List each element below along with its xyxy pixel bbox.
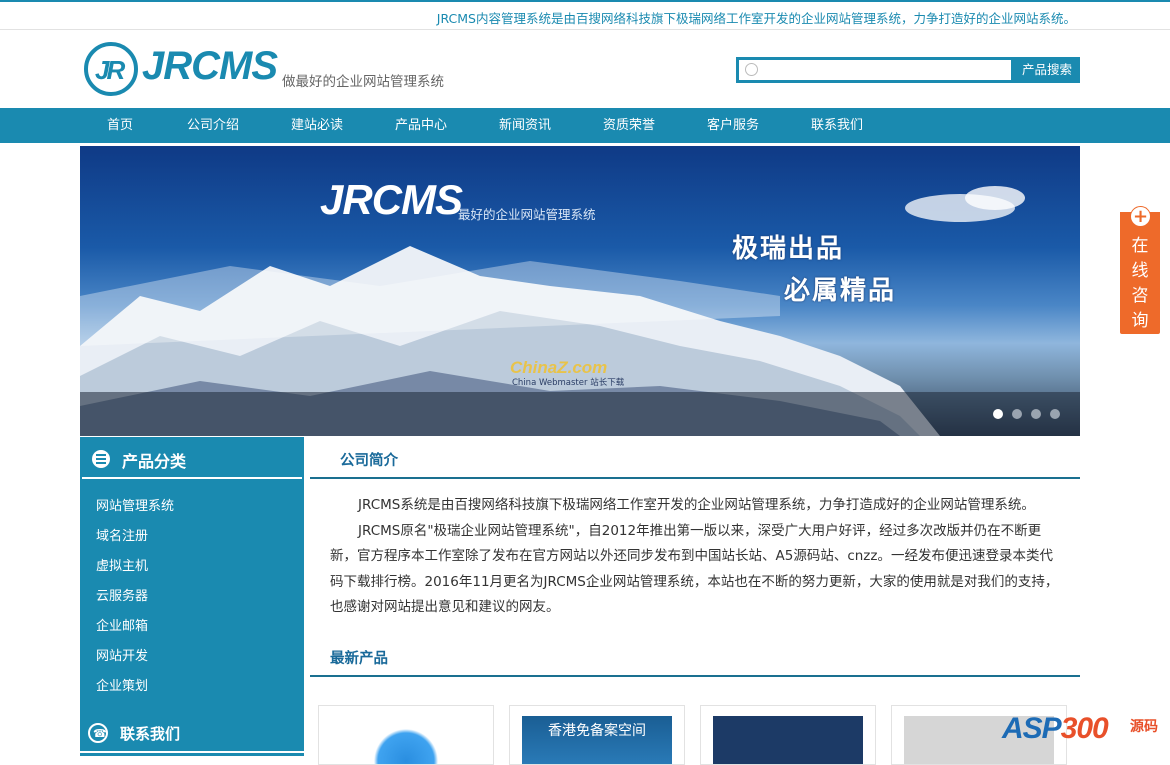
site-slogan: 做最好的企业网站管理系统 bbox=[282, 74, 444, 90]
watermark-suffix: 源码 bbox=[1130, 719, 1158, 735]
banner-logo: JRCMS bbox=[320, 176, 463, 223]
main-nav: 首页 公司介绍 建站必读 产品中心 新闻资讯 资质荣誉 客户服务 联系我们 bbox=[0, 108, 1170, 143]
product-card[interactable] bbox=[700, 705, 876, 765]
nav-item-about[interactable]: 公司介绍 bbox=[187, 108, 239, 143]
online-consult-button[interactable]: + 在线咨询 bbox=[1120, 206, 1160, 334]
nav-item-contact[interactable]: 联系我们 bbox=[811, 108, 863, 143]
top-bar: JRCMS内容管理系统是由百搜网络科技旗下极瑞网络工作室开发的企业网站管理系统，… bbox=[0, 0, 1170, 30]
nav-item-products[interactable]: 产品中心 bbox=[395, 108, 447, 143]
site-logo[interactable]: JR JRCMS bbox=[84, 40, 278, 96]
intro-paragraph: JRCMS原名"极瑞企业网站管理系统"，自2012年推出第一版以来，深受广大用户… bbox=[330, 522, 1059, 616]
top-notice: JRCMS内容管理系统是由百搜网络科技旗下极瑞网络工作室开发的企业网站管理系统，… bbox=[436, 11, 1076, 26]
slide-dot-3[interactable] bbox=[1031, 409, 1041, 419]
banner-watermark-sub: China Webmaster 站长下载 bbox=[512, 378, 625, 388]
category-item[interactable]: 虚拟主机 bbox=[80, 552, 304, 582]
intro-text: JRCMS系统是由百搜网络科技旗下极瑞网络工作室开发的企业网站管理系统，力争打造… bbox=[310, 479, 1080, 621]
category-item[interactable]: 网站管理系统 bbox=[80, 492, 304, 522]
product-card[interactable]: 香港免备案空间 bbox=[509, 705, 685, 765]
category-item[interactable]: 企业邮箱 bbox=[80, 612, 304, 642]
banner-caption-bar bbox=[80, 392, 1080, 436]
contact-header: ☎ 联系我们 bbox=[80, 715, 304, 753]
logo-mark-icon: JR bbox=[84, 42, 138, 96]
nav-item-home[interactable]: 首页 bbox=[107, 108, 133, 143]
list-icon bbox=[92, 450, 110, 468]
logo-text: JRCMS bbox=[142, 44, 278, 88]
consult-label: 在线咨询 bbox=[1131, 236, 1149, 331]
nav-item-honors[interactable]: 资质荣誉 bbox=[603, 108, 655, 143]
category-item[interactable]: 网站开发 bbox=[80, 642, 304, 672]
search-input[interactable] bbox=[736, 57, 1014, 83]
nav-item-guide[interactable]: 建站必读 bbox=[291, 108, 343, 143]
category-list: 网站管理系统 域名注册 虚拟主机 云服务器 企业邮箱 网站开发 企业策划 bbox=[80, 479, 304, 702]
product-image bbox=[331, 716, 481, 764]
slide-dot-1[interactable] bbox=[993, 409, 1003, 419]
sidebar-title: 产品分类 bbox=[122, 452, 187, 471]
product-card[interactable] bbox=[318, 705, 494, 765]
products-title[interactable]: 最新产品 bbox=[330, 647, 388, 668]
search-bar: 产品搜索 bbox=[736, 57, 1080, 83]
products-header: 最新产品 bbox=[310, 633, 1080, 677]
intro-header: 公司简介 bbox=[310, 437, 1080, 479]
category-item[interactable]: 云服务器 bbox=[80, 582, 304, 612]
banner-headline-1: 极瑞出品 bbox=[732, 234, 845, 264]
slide-dot-4[interactable] bbox=[1050, 409, 1060, 419]
product-image bbox=[713, 716, 863, 764]
search-button[interactable]: 产品搜索 bbox=[1014, 57, 1080, 83]
banner-headline-2: 必属精品 bbox=[784, 276, 897, 306]
logo-mark-text: JR bbox=[95, 55, 125, 85]
slide-dot-2[interactable] bbox=[1012, 409, 1022, 419]
slide-indicators bbox=[984, 408, 1060, 423]
contact-title: 联系我们 bbox=[120, 725, 181, 743]
product-grid: 香港免备案空间 bbox=[318, 705, 1088, 765]
header: JR JRCMS 做最好的企业网站管理系统 产品搜索 bbox=[0, 30, 1170, 108]
watermark-brand-a: ASP bbox=[1002, 712, 1062, 745]
phone-icon: ☎ bbox=[88, 723, 108, 743]
intro-title[interactable]: 公司简介 bbox=[340, 449, 398, 470]
nav-item-service[interactable]: 客户服务 bbox=[707, 108, 759, 143]
product-image: 香港免备案空间 bbox=[522, 716, 672, 764]
category-item[interactable]: 域名注册 bbox=[80, 522, 304, 552]
banner-subtitle: 最好的企业网站管理系统 bbox=[458, 207, 596, 222]
category-item[interactable]: 企业策划 bbox=[80, 672, 304, 702]
sidebar: 产品分类 网站管理系统 域名注册 虚拟主机 云服务器 企业邮箱 网站开发 企业策… bbox=[80, 437, 304, 756]
watermark-brand-b: 300 bbox=[1060, 712, 1109, 745]
corner-watermark: ASP300 源码 bbox=[1002, 712, 1158, 746]
sidebar-header: 产品分类 bbox=[82, 437, 302, 479]
intro-paragraph: JRCMS系统是由百搜网络科技旗下极瑞网络工作室开发的企业网站管理系统，力争打造… bbox=[358, 497, 1035, 513]
banner-watermark: ChinaZ.com bbox=[510, 358, 608, 377]
plus-icon: + bbox=[1130, 206, 1151, 227]
hero-banner[interactable]: JRCMS 最好的企业网站管理系统 极瑞出品 必属精品 ChinaZ.com C… bbox=[80, 146, 1080, 436]
nav-item-news[interactable]: 新闻资讯 bbox=[499, 108, 551, 143]
main-content: 公司简介 JRCMS系统是由百搜网络科技旗下极瑞网络工作室开发的企业网站管理系统… bbox=[310, 437, 1080, 765]
search-icon bbox=[745, 63, 758, 76]
